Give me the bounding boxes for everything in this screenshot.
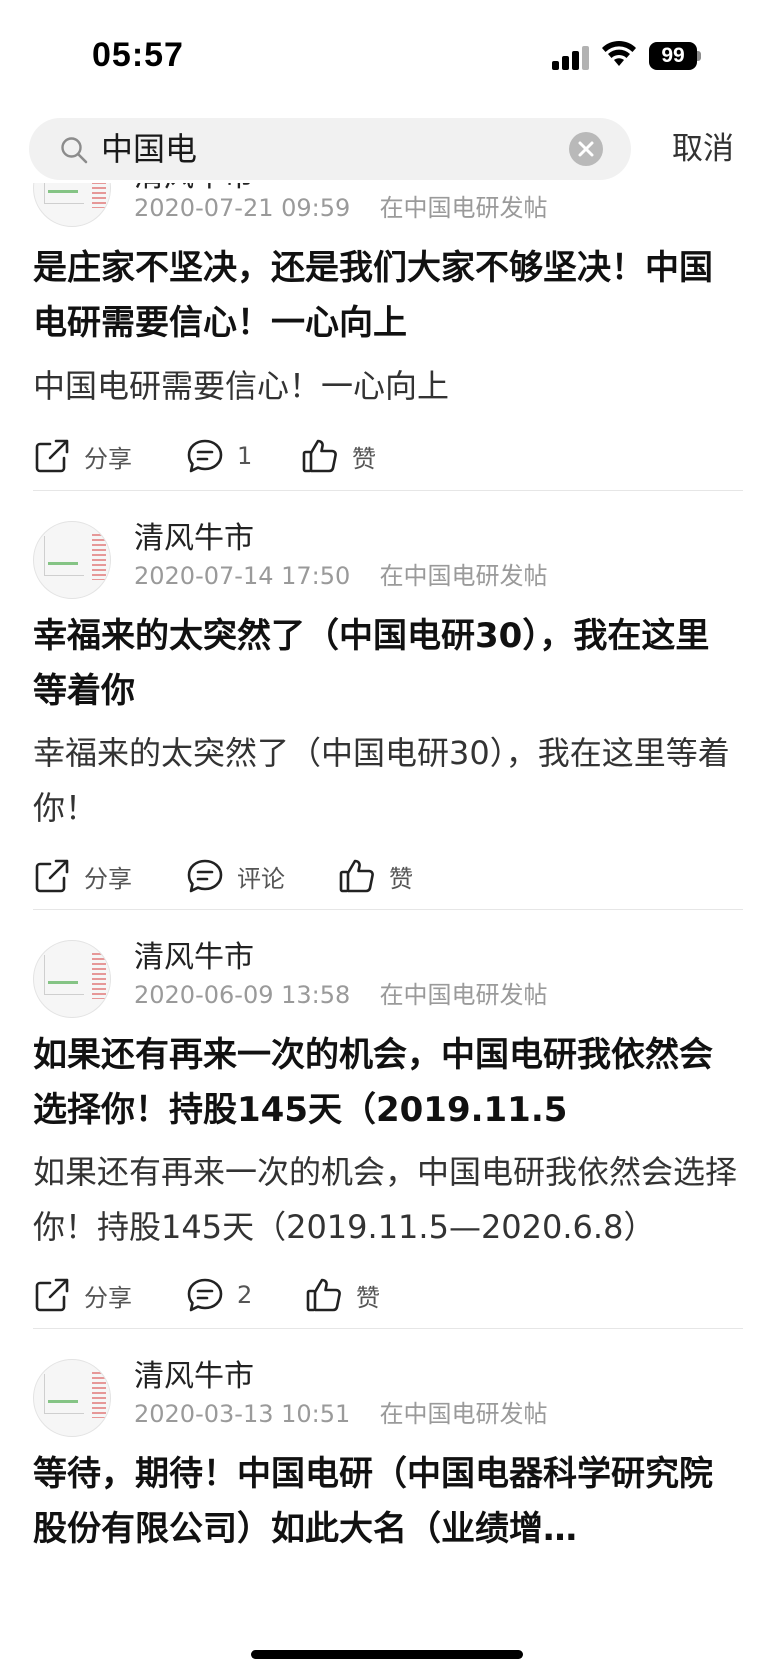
post-author[interactable]: 清风牛市 [134,1357,254,1397]
divider [33,909,743,910]
search-bar[interactable]: 中国电 [29,118,631,180]
like-label: 赞 [389,864,413,893]
post-date: 2020-07-14 17:50 [134,562,351,590]
post-actions: 分享 2 赞 [0,1270,769,1320]
battery-icon: 99 [649,42,701,70]
post-location[interactable]: 在中国电研发帖 [380,562,548,590]
post-body[interactable]: 如果还有再来一次的机会，中国电研我依然会选择你！持股145天（2019.11.5… [33,1145,743,1255]
post-meta: 2020-07-14 17:50 在中国电研发帖 [134,559,548,593]
post-meta: 2020-06-09 13:58 在中国电研发帖 [134,978,548,1012]
clear-search-icon[interactable] [569,132,603,166]
comment-count: 1 [237,442,253,470]
avatar[interactable] [33,521,111,599]
share-button[interactable]: 分享 [32,851,132,901]
share-icon [35,859,69,893]
home-indicator[interactable] [251,1650,523,1659]
post-title[interactable]: 等待，期待！中国电研（中国电器科学研究院股份有限公司）如此大名（业绩增… [33,1447,743,1557]
comment-count: 2 [237,1281,253,1309]
status-time: 05:57 [92,36,184,74]
post-body[interactable]: 幸福来的太突然了（中国电研30），我在这里等着你！ [33,726,743,836]
avatar[interactable] [33,940,111,1018]
search-results-list[interactable]: 清风牛市 2020-07-21 09:59 在中国电研发帖 是庄家不坚决，还是我… [0,183,769,1665]
share-button[interactable]: 分享 [32,431,132,481]
comment-button[interactable]: 评论 [185,851,285,901]
search-input[interactable]: 中国电 [101,129,197,169]
like-button[interactable]: 赞 [337,851,413,901]
post-date: 2020-03-13 10:51 [134,1400,351,1428]
post-meta: 2020-07-21 09:59 在中国电研发帖 [134,191,548,225]
post-location[interactable]: 在中国电研发帖 [380,1400,548,1428]
post-body[interactable]: 中国电研需要信心！一心向上 [33,359,743,414]
avatar[interactable] [33,1359,111,1437]
like-button[interactable]: 赞 [300,431,376,481]
cancel-button[interactable]: 取消 [672,127,734,171]
share-icon [35,1278,69,1312]
cellular-signal-icon [552,44,592,70]
comment-icon [187,439,223,473]
post-title[interactable]: 幸福来的太突然了（中国电研30），我在这里等着你 [33,609,743,719]
post-title[interactable]: 如果还有再来一次的机会，中国电研我依然会选择你！持股145天（2019.11.5 [33,1028,743,1138]
like-button[interactable]: 赞 [304,1270,380,1320]
divider [33,490,743,491]
wifi-icon [602,40,636,66]
divider [33,1328,743,1329]
share-label: 分享 [84,1283,132,1312]
post-title[interactable]: 是庄家不坚决，还是我们大家不够坚决！中国电研需要信心！一心向上 [33,241,743,351]
post-actions: 分享 评论 赞 [0,851,769,901]
thumbs-up-icon [302,439,337,473]
post-actions: 分享 1 赞 [0,431,769,481]
thumbs-up-icon [339,859,374,893]
share-label: 分享 [84,444,132,473]
share-button[interactable]: 分享 [32,1270,132,1320]
post-author[interactable]: 清风牛市 [134,519,254,559]
comment-button[interactable]: 1 [185,431,252,481]
comment-icon [187,1278,223,1312]
comment-button[interactable]: 2 [185,1270,252,1320]
post-meta: 2020-03-13 10:51 在中国电研发帖 [134,1397,548,1431]
comment-icon [187,859,223,893]
avatar[interactable] [33,183,111,227]
share-label: 分享 [84,864,132,893]
post-location[interactable]: 在中国电研发帖 [380,981,548,1009]
post-date: 2020-06-09 13:58 [134,981,351,1009]
thumbs-up-icon [306,1278,341,1312]
search-icon [61,137,88,164]
post-author[interactable]: 清风牛市 [134,938,254,978]
share-icon [35,439,69,473]
battery-level: 99 [649,42,697,70]
status-bar: 05:57 99 [0,0,769,110]
post-location[interactable]: 在中国电研发帖 [380,194,548,222]
comment-label: 评论 [237,864,285,893]
post-date: 2020-07-21 09:59 [134,194,351,222]
like-label: 赞 [352,444,376,473]
like-label: 赞 [356,1283,380,1312]
